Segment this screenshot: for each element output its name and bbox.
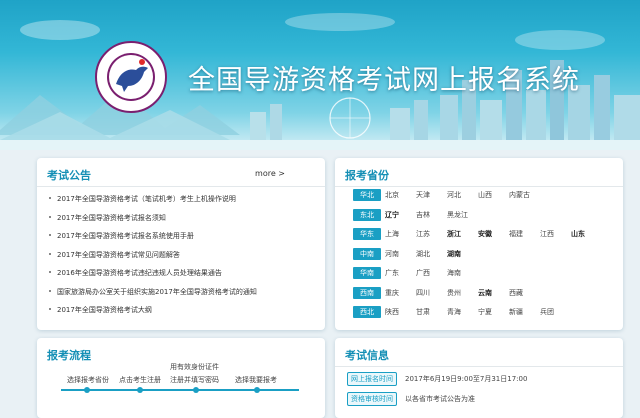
exam-info-title: 考试信息 xyxy=(345,349,389,362)
province-link[interactable]: 安徽 xyxy=(478,229,509,239)
step-label: 注册并填写密码 xyxy=(170,376,219,384)
province-link[interactable]: 兵团 xyxy=(540,307,571,317)
step-label: 选择报考省份 xyxy=(67,376,109,384)
notice-item[interactable]: 2017年全国导游资格考试报名系统使用手册 xyxy=(47,227,257,246)
province-link[interactable]: 吉林 xyxy=(416,210,447,220)
province-link[interactable]: 湖北 xyxy=(416,249,447,259)
notices-panel: 考试公告 more > 2017年全国导游资格考试（笔试机考）考生上机操作说明 … xyxy=(37,158,325,330)
province-link[interactable]: 陕西 xyxy=(385,307,416,317)
info-text: 以各省市考试公告为准 xyxy=(405,395,475,403)
province-link[interactable]: 江西 xyxy=(540,229,571,239)
region-row: 东北 辽宁 吉林 黑龙江 xyxy=(353,208,478,222)
region-row: 西南 重庆 四川 贵州 云南 西藏 xyxy=(353,286,540,300)
province-link[interactable]: 上海 xyxy=(385,229,416,239)
province-link[interactable]: 宁夏 xyxy=(478,307,509,317)
province-link[interactable]: 河北 xyxy=(447,190,478,200)
province-link[interactable]: 青海 xyxy=(447,307,478,317)
notice-list: 2017年全国导游资格考试（笔试机考）考生上机操作说明 2017年全国导游资格考… xyxy=(47,190,257,320)
province-link[interactable]: 甘肃 xyxy=(416,307,447,317)
province-link[interactable]: 贵州 xyxy=(447,288,478,298)
notices-title: 考试公告 xyxy=(47,169,91,182)
province-link[interactable]: 西藏 xyxy=(509,288,540,298)
region-tag: 中南 xyxy=(353,247,381,260)
province-link[interactable]: 山东 xyxy=(571,229,602,239)
info-tag: 网上报名时间 xyxy=(347,372,397,386)
region-tag: 华东 xyxy=(353,228,381,240)
notice-item[interactable]: 2017年全国导游资格考试常见问题解答 xyxy=(47,246,257,265)
process-line xyxy=(61,389,299,391)
province-link[interactable]: 黑龙江 xyxy=(447,210,478,220)
step-label: 点击考生注册 xyxy=(119,376,161,384)
process-panel: 报考流程 用有效身份证件 选择报考省份 点击考生注册 注册并填写密码 选择我要报… xyxy=(37,338,325,418)
divider xyxy=(37,186,325,187)
header-banner: 全国导游资格考试网上报名系统 xyxy=(0,0,640,150)
region-tag: 华南 xyxy=(353,267,381,279)
info-text: 2017年6月19日9:00至7月31日17:00 xyxy=(405,375,528,383)
province-link[interactable]: 湖南 xyxy=(447,249,478,259)
province-link[interactable]: 天津 xyxy=(416,190,447,200)
exam-info-panel: 考试信息 网上报名时间 2017年6月19日9:00至7月31日17:00 资格… xyxy=(335,338,623,418)
region-row: 华北 北京 天津 河北 山西 内蒙古 xyxy=(353,188,540,202)
process-title: 报考流程 xyxy=(47,349,91,362)
province-link[interactable]: 重庆 xyxy=(385,288,416,298)
notice-item[interactable]: 2017年全国导游资格考试（笔试机考）考生上机操作说明 xyxy=(47,190,257,209)
province-link[interactable]: 浙江 xyxy=(447,229,478,239)
province-link[interactable]: 河南 xyxy=(385,249,416,259)
notice-item[interactable]: 2017年全国导游资格考试大纲 xyxy=(47,301,257,320)
notice-item[interactable]: 2017年全国导游资格考试报名须知 xyxy=(47,209,257,228)
step-dot xyxy=(137,387,143,393)
step-label: 选择我要报考 xyxy=(235,376,277,384)
tourism-logo xyxy=(94,40,168,114)
step-dot xyxy=(84,387,90,393)
region-row: 中南 河南 湖北 湖南 xyxy=(353,247,478,261)
region-row: 华东 上海 江苏 浙江 安徽 福建 江西 山东 xyxy=(353,227,602,241)
province-link[interactable]: 辽宁 xyxy=(385,210,416,220)
region-row: 华南 广东 广西 海南 xyxy=(353,266,478,280)
step-dot xyxy=(193,387,199,393)
notice-item[interactable]: 国家旅游局办公室关于组织实施2017年全国导游资格考试的通知 xyxy=(47,283,257,302)
region-tag: 华北 xyxy=(353,189,381,201)
exam-info-row: 网上报名时间 2017年6月19日9:00至7月31日17:00 xyxy=(347,372,527,386)
province-link[interactable]: 海南 xyxy=(447,268,478,278)
region-tag: 西南 xyxy=(353,286,381,299)
province-link[interactable]: 福建 xyxy=(509,229,540,239)
step-dot xyxy=(254,387,260,393)
province-link[interactable]: 云南 xyxy=(478,288,509,298)
site-title: 全国导游资格考试网上报名系统 xyxy=(188,65,580,96)
divider xyxy=(335,186,623,187)
province-link[interactable]: 内蒙古 xyxy=(509,190,540,200)
more-link[interactable]: more > xyxy=(255,169,285,178)
notice-item[interactable]: 2016年全国导游资格考试违纪违规人员处理结果通告 xyxy=(47,264,257,283)
provinces-title: 报考省份 xyxy=(345,169,389,182)
divider xyxy=(335,366,623,367)
region-tag: 西北 xyxy=(353,306,381,318)
province-link[interactable]: 北京 xyxy=(385,190,416,200)
province-link[interactable]: 江苏 xyxy=(416,229,447,239)
provinces-panel: 报考省份 华北 北京 天津 河北 山西 内蒙古 东北 辽宁 吉林 黑龙江 华东 上海 江苏 浙江 安徽 福建江… xyxy=(335,158,623,330)
region-row: 西北 陕西 甘肃 青海 宁夏 新疆 兵团 xyxy=(353,305,571,319)
step-label: 用有效身份证件 xyxy=(170,363,219,371)
province-link[interactable]: 广东 xyxy=(385,268,416,278)
province-link[interactable]: 新疆 xyxy=(509,307,540,317)
province-link[interactable]: 四川 xyxy=(416,288,447,298)
province-link[interactable]: 山西 xyxy=(478,190,509,200)
province-link[interactable]: 广西 xyxy=(416,268,447,278)
region-tag: 东北 xyxy=(353,208,381,221)
